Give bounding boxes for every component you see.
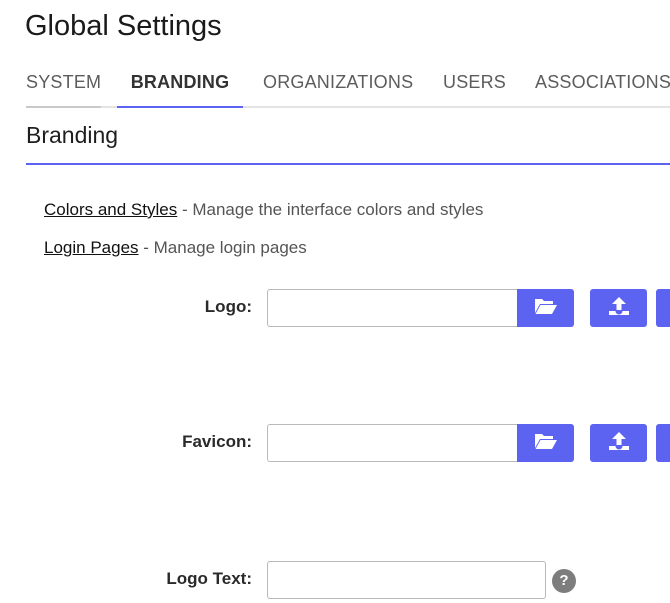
- tab-users[interactable]: USERS: [443, 64, 506, 106]
- page-title: Global Settings: [25, 10, 222, 42]
- tab-associations[interactable]: ASSOCIATIONS: [535, 64, 670, 106]
- tab-bar: SYSTEM BRANDING ORGANIZATIONS USERS ASSO…: [26, 64, 670, 108]
- favicon-label: Favicon:: [182, 432, 252, 451]
- login-pages-row: Login Pages - Manage login pages: [44, 238, 307, 258]
- colors-and-styles-link[interactable]: Colors and Styles: [44, 200, 177, 219]
- favicon-input[interactable]: [267, 424, 519, 462]
- logo-clear-button[interactable]: [656, 289, 670, 327]
- section-divider: [26, 163, 670, 165]
- logo-upload-button[interactable]: [590, 289, 647, 327]
- tab-branding[interactable]: BRANDING: [117, 64, 243, 108]
- global-settings-page: Global Settings SYSTEM BRANDING ORGANIZA…: [0, 0, 670, 603]
- logo-text-label: Logo Text:: [166, 569, 252, 588]
- favicon-upload-button[interactable]: [590, 424, 647, 462]
- section-title: Branding: [26, 122, 119, 148]
- logo-text-input[interactable]: [267, 561, 546, 599]
- favicon-browse-button[interactable]: [517, 424, 574, 462]
- colors-and-styles-description: - Manage the interface colors and styles: [177, 200, 484, 219]
- login-pages-description: - Manage login pages: [138, 238, 307, 257]
- help-icon[interactable]: ?: [552, 569, 576, 593]
- tab-organizations[interactable]: ORGANIZATIONS: [263, 64, 413, 106]
- logo-label: Logo:: [204, 297, 252, 316]
- upload-icon: [608, 296, 630, 321]
- favicon-clear-button[interactable]: [656, 424, 670, 462]
- logo-browse-button[interactable]: [517, 289, 574, 327]
- folder-open-icon: [534, 432, 558, 455]
- tab-system[interactable]: SYSTEM: [26, 64, 102, 108]
- colors-styles-row: Colors and Styles - Manage the interface…: [44, 200, 483, 220]
- logo-input[interactable]: [267, 289, 519, 327]
- folder-open-icon: [534, 297, 558, 320]
- upload-icon: [608, 431, 630, 456]
- login-pages-link[interactable]: Login Pages: [44, 238, 139, 257]
